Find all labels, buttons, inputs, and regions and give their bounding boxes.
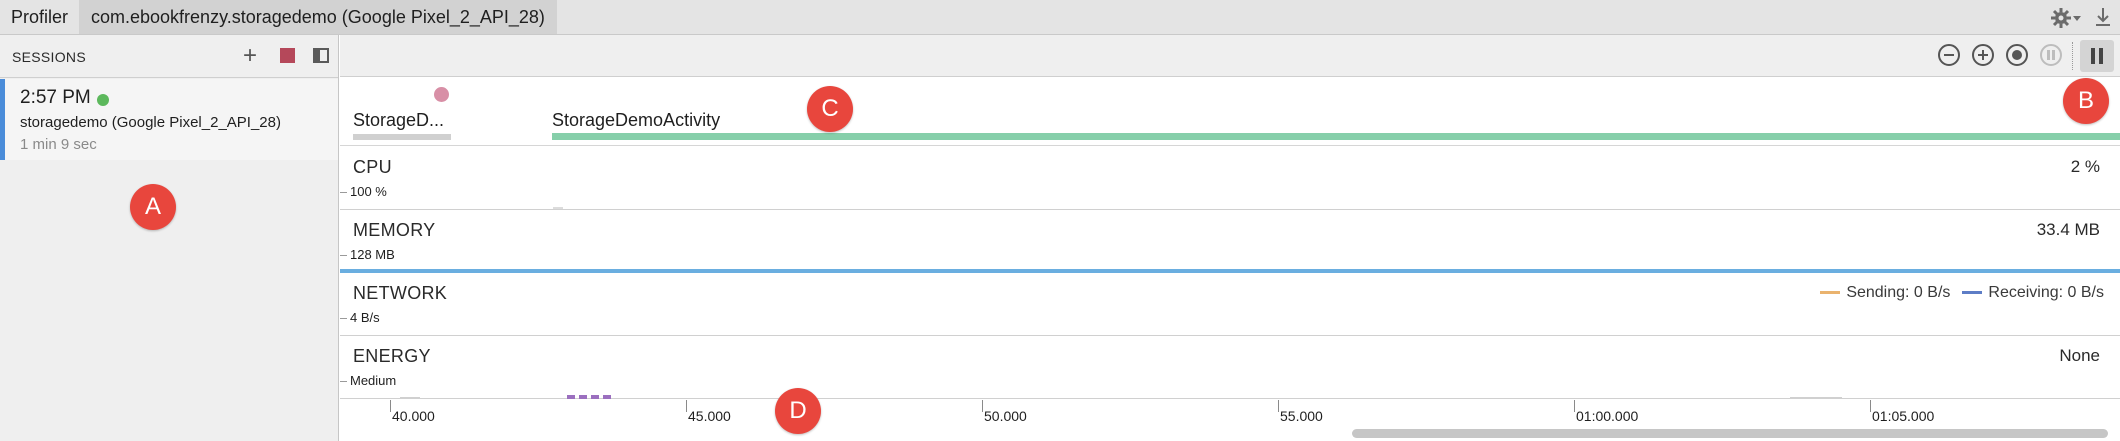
axis-tick (340, 318, 347, 319)
activity-bar[interactable] (353, 134, 451, 140)
sessions-title: SESSIONS (12, 49, 86, 65)
tab-bar: Profiler com.ebookfrenzy.storagedemo (Go… (0, 0, 2120, 35)
time-label: 01:05.000 (1872, 408, 1935, 424)
session-selected-bar (0, 79, 5, 160)
tab-profiler[interactable]: Profiler (1, 0, 78, 34)
activity-timeline: StorageD... StorageDemoActivity (340, 78, 2120, 146)
callout-a: A (130, 184, 176, 230)
axis-tick (340, 255, 347, 256)
time-label: 50.000 (984, 408, 1027, 424)
zoom-out-icon[interactable] (1938, 44, 1960, 66)
energy-mark (591, 395, 599, 399)
time-label: 01:00.000 (1576, 408, 1639, 424)
network-axis-label: 4 B/s (350, 310, 380, 325)
energy-mark (400, 397, 420, 399)
network-title: NETWORK (353, 283, 448, 303)
memory-title: MEMORY (353, 220, 436, 240)
touch-event-marker[interactable] (434, 87, 449, 102)
axis-tick (340, 381, 347, 382)
session-duration: 1 min 9 sec (20, 136, 97, 153)
callout-d: D (775, 388, 821, 434)
axis-tick (390, 400, 391, 412)
time-axis: 40.000 45.000 50.000 55.000 01:00.000 01… (340, 400, 2120, 441)
axis-tick (1870, 400, 1871, 412)
activity-bar[interactable] (552, 133, 2120, 140)
activity-label[interactable]: StorageDemoActivity (552, 110, 720, 131)
tab-session[interactable]: com.ebookfrenzy.storagedemo (Google Pixe… (79, 0, 557, 34)
download-icon[interactable] (2093, 6, 2113, 28)
receiving-swatch (1962, 291, 1983, 295)
sessions-header: SESSIONS + (0, 35, 338, 78)
cpu-title: CPU (353, 157, 392, 177)
memory-axis-label: 128 MB (350, 247, 395, 262)
gear-icon[interactable] (2050, 7, 2072, 29)
session-item[interactable]: 2:57 PM storagedemo (Google Pixel_2_API_… (0, 79, 338, 160)
callout-c: C (807, 86, 853, 132)
cpu-value: 2 % (2070, 157, 2100, 176)
toolbar-divider (2072, 42, 2073, 70)
energy-title: ENERGY (353, 346, 431, 366)
profiler-toolbar (340, 35, 2120, 77)
sessions-sidebar: SESSIONS + 2:57 PM storagedemo (Google P… (0, 35, 339, 441)
axis-tick (686, 400, 687, 412)
cpu-monitor[interactable]: CPU 100 % 2 % (340, 147, 2120, 210)
receiving-label: Receiving: 0 B/s (1988, 284, 2104, 301)
axis-tick (1574, 400, 1575, 412)
energy-axis-label: Medium (350, 373, 397, 388)
time-label: 55.000 (1280, 408, 1323, 424)
axis-tick (340, 192, 347, 193)
pause-icon[interactable] (2080, 40, 2114, 72)
axis-tick (1278, 400, 1279, 412)
activity-label[interactable]: StorageD... (353, 110, 444, 131)
session-name: storagedemo (Google Pixel_2_API_28) (20, 114, 281, 131)
memory-value: 33.4 MB (2036, 220, 2100, 239)
axis-tick (982, 400, 983, 412)
energy-monitor[interactable]: ENERGY Medium None (340, 336, 2120, 399)
live-status-icon (97, 94, 109, 106)
cpu-axis-label: 100 % (350, 184, 387, 199)
horizontal-scrollbar[interactable] (1352, 429, 2108, 438)
network-monitor[interactable]: NETWORK 4 B/s Sending: 0 B/s Receiving: 0… (340, 273, 2120, 336)
energy-mark (567, 395, 575, 399)
energy-mark (1790, 397, 1842, 399)
cpu-usage-line (553, 207, 563, 209)
reset-zoom-icon[interactable] (2006, 44, 2028, 66)
panel-toggle-icon[interactable] (313, 48, 329, 63)
zoom-in-icon[interactable] (1972, 44, 1994, 66)
add-session-icon[interactable]: + (243, 44, 257, 68)
energy-value: None (2059, 346, 2100, 365)
chevron-down-icon[interactable] (2073, 16, 2081, 21)
energy-mark (603, 395, 611, 399)
energy-mark (579, 395, 587, 399)
network-legend: Sending: 0 B/s Receiving: 0 B/s (1820, 284, 2104, 302)
stop-icon[interactable] (280, 48, 295, 63)
live-icon[interactable] (2040, 44, 2062, 66)
time-label: 45.000 (688, 408, 731, 424)
sending-label: Sending: 0 B/s (1846, 284, 1951, 301)
time-label: 40.000 (392, 408, 435, 424)
session-time: 2:57 PM (20, 87, 91, 108)
memory-monitor[interactable]: MEMORY 128 MB 33.4 MB (340, 210, 2120, 273)
callout-b: B (2063, 78, 2109, 124)
sending-swatch (1820, 291, 1841, 295)
